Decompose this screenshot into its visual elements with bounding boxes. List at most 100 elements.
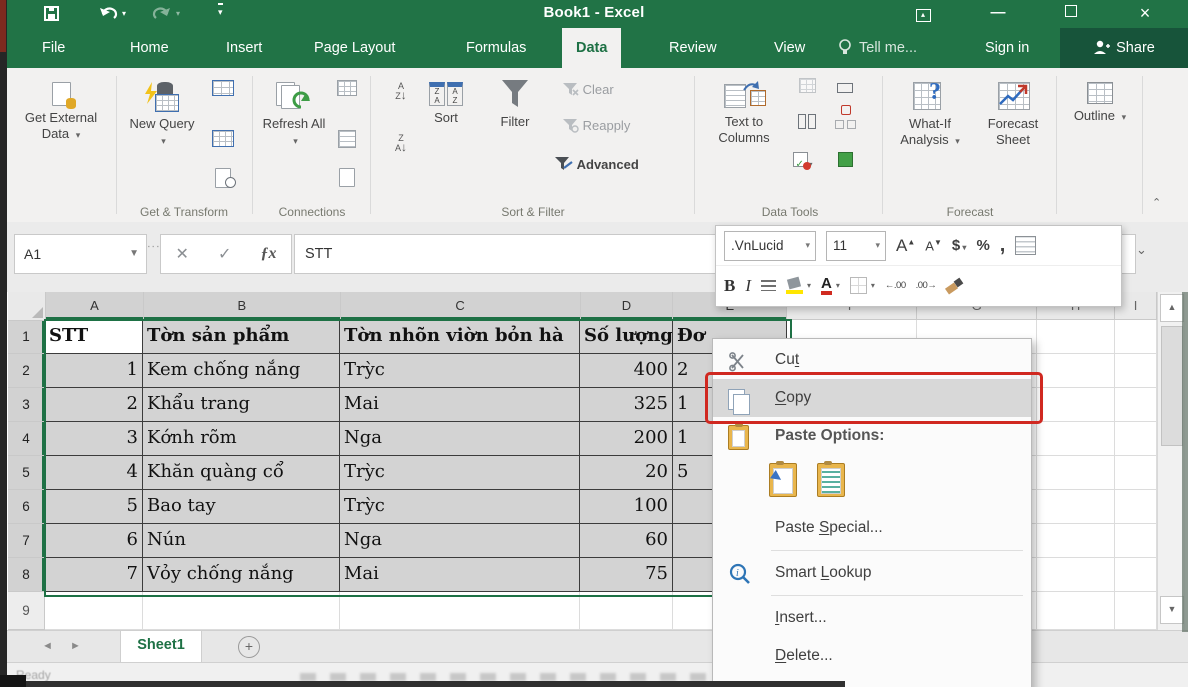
refresh-all-button[interactable]: Refresh All	[260, 82, 328, 149]
cell-A1[interactable]: STT	[45, 320, 143, 354]
column-header-A[interactable]: A	[46, 292, 144, 320]
font-size-select[interactable]: 11▾	[826, 231, 886, 261]
enter-button[interactable]: ✓	[218, 244, 231, 264]
new-sheet-button[interactable]: +	[238, 636, 260, 658]
cell-B8[interactable]: Vỏy chống nắng	[143, 558, 340, 592]
cell-A9[interactable]	[45, 592, 143, 630]
scroll-down-button[interactable]: ▼	[1160, 596, 1184, 624]
cell-B3[interactable]: Khẩu trang	[143, 388, 340, 422]
edit-links-icon[interactable]	[334, 168, 360, 190]
outline-button[interactable]: Outline	[1068, 82, 1132, 125]
grow-font-button[interactable]: A▲	[896, 236, 915, 256]
reapply-filter-button[interactable]: Reapply	[562, 118, 630, 133]
properties-icon[interactable]	[334, 130, 360, 152]
cell-I5[interactable]	[1115, 456, 1157, 490]
data-validation-icon[interactable]: ✓▾	[790, 152, 816, 174]
cell-C5[interactable]: Trỳc	[340, 456, 580, 490]
cell-A2[interactable]: 1	[45, 354, 143, 388]
expand-formula-bar-icon[interactable]: ⌄	[1136, 242, 1147, 258]
cell-B4[interactable]: Kớnh rõm	[143, 422, 340, 456]
sign-in-button[interactable]: Sign in	[985, 28, 1029, 68]
tell-me-box[interactable]: Tell me...	[838, 28, 917, 68]
text-to-columns-button[interactable]: Text to Columns	[702, 82, 786, 146]
tab-file[interactable]: File	[28, 28, 79, 68]
from-table-icon[interactable]	[210, 130, 236, 152]
menu-item-smart-lookup[interactable]: iSmart Lookup	[713, 554, 1031, 592]
column-header-B[interactable]: B	[144, 292, 341, 320]
cell-A8[interactable]: 7	[45, 558, 143, 592]
cell-C6[interactable]: Trỳc	[340, 490, 580, 524]
cell-A5[interactable]: 4	[45, 456, 143, 490]
cell-D5[interactable]: 20	[580, 456, 673, 490]
maximize-button[interactable]	[1048, 0, 1094, 28]
cell-I3[interactable]	[1115, 388, 1157, 422]
row-header-4[interactable]: 4	[8, 422, 45, 456]
cell-I6[interactable]	[1115, 490, 1157, 524]
sort-ascending-icon[interactable]: AZ↓	[388, 82, 414, 104]
cell-C7[interactable]: Nga	[340, 524, 580, 558]
cell-D4[interactable]: 200	[580, 422, 673, 456]
cell-H2[interactable]	[1037, 354, 1115, 388]
flash-fill-icon[interactable]	[794, 78, 820, 100]
row-header-8[interactable]: 8	[8, 558, 45, 592]
row-header-6[interactable]: 6	[8, 490, 45, 524]
percent-style-button[interactable]: %	[976, 237, 989, 254]
tab-page-layout[interactable]: Page Layout	[300, 28, 409, 68]
connection-properties-icon[interactable]	[334, 80, 360, 102]
borders-caret[interactable]: ▾	[871, 281, 875, 290]
get-external-data-button[interactable]: Get External Data	[11, 82, 111, 143]
menu-item-copy[interactable]: Copy	[713, 379, 1031, 417]
menu-item-cut[interactable]: Cut	[713, 341, 1031, 379]
name-box-caret[interactable]: ▼	[129, 235, 139, 273]
paste-values-icon[interactable]	[817, 463, 845, 497]
tab-home[interactable]: Home	[116, 28, 183, 68]
format-table-icon[interactable]	[1015, 236, 1036, 255]
cell-D7[interactable]: 60	[580, 524, 673, 558]
consolidate-icon[interactable]	[794, 114, 820, 136]
cell-I8[interactable]	[1115, 558, 1157, 592]
next-sheet-button[interactable]: ►	[70, 640, 81, 652]
cell-H6[interactable]	[1037, 490, 1115, 524]
cell-B6[interactable]: Bao tay	[143, 490, 340, 524]
insert-function-button[interactable]: ƒx	[260, 245, 276, 263]
minimize-button[interactable]: —	[975, 0, 1021, 28]
cell-I7[interactable]	[1115, 524, 1157, 558]
tab-review[interactable]: Review	[655, 28, 731, 68]
cell-H4[interactable]	[1037, 422, 1115, 456]
row-header-9[interactable]: 9	[8, 592, 45, 630]
menu-item-paste-options[interactable]: Paste Options:	[713, 417, 1031, 455]
recent-sources-icon[interactable]	[210, 168, 236, 190]
cell-D2[interactable]: 400	[580, 354, 673, 388]
tab-view[interactable]: View	[760, 28, 819, 68]
show-queries-icon[interactable]	[210, 80, 236, 102]
cell-H8[interactable]	[1037, 558, 1115, 592]
advanced-filter-button[interactable]: Advanced	[554, 156, 639, 172]
cell-C8[interactable]: Mai	[340, 558, 580, 592]
previous-sheet-button[interactable]: ◄	[42, 640, 53, 652]
decrease-decimal-button[interactable]: .00→	[916, 280, 937, 291]
name-box[interactable]: A1▼	[14, 234, 147, 274]
cell-D8[interactable]: 75	[580, 558, 673, 592]
sort-button[interactable]: ZA AZ Sort	[422, 82, 470, 126]
cell-I2[interactable]	[1115, 354, 1157, 388]
accounting-format-button[interactable]: $ ▾	[952, 237, 967, 254]
row-header-5[interactable]: 5	[8, 456, 45, 490]
row-header-3[interactable]: 3	[8, 388, 45, 422]
ribbon-display-options-button[interactable]: ▴	[900, 0, 946, 28]
cell-B9[interactable]	[143, 592, 340, 630]
collapse-ribbon-button[interactable]: ⌃	[1152, 196, 1161, 209]
scroll-up-button[interactable]: ▲	[1160, 294, 1184, 322]
font-color-button[interactable]: A	[821, 277, 832, 295]
cell-I4[interactable]	[1115, 422, 1157, 456]
cell-H7[interactable]	[1037, 524, 1115, 558]
cancel-button[interactable]: ✕	[176, 244, 189, 264]
paste-formatting-icon[interactable]	[769, 463, 797, 497]
sheet-tab-sheet1[interactable]: Sheet1	[120, 631, 202, 665]
row-header-7[interactable]: 7	[8, 524, 45, 558]
relationships-icon[interactable]	[832, 114, 858, 136]
comma-style-button[interactable]: ,	[1000, 234, 1006, 257]
cell-C9[interactable]	[340, 592, 580, 630]
manage-data-model-icon[interactable]	[832, 152, 858, 174]
cell-H3[interactable]	[1037, 388, 1115, 422]
remove-duplicates-icon[interactable]	[832, 78, 858, 100]
